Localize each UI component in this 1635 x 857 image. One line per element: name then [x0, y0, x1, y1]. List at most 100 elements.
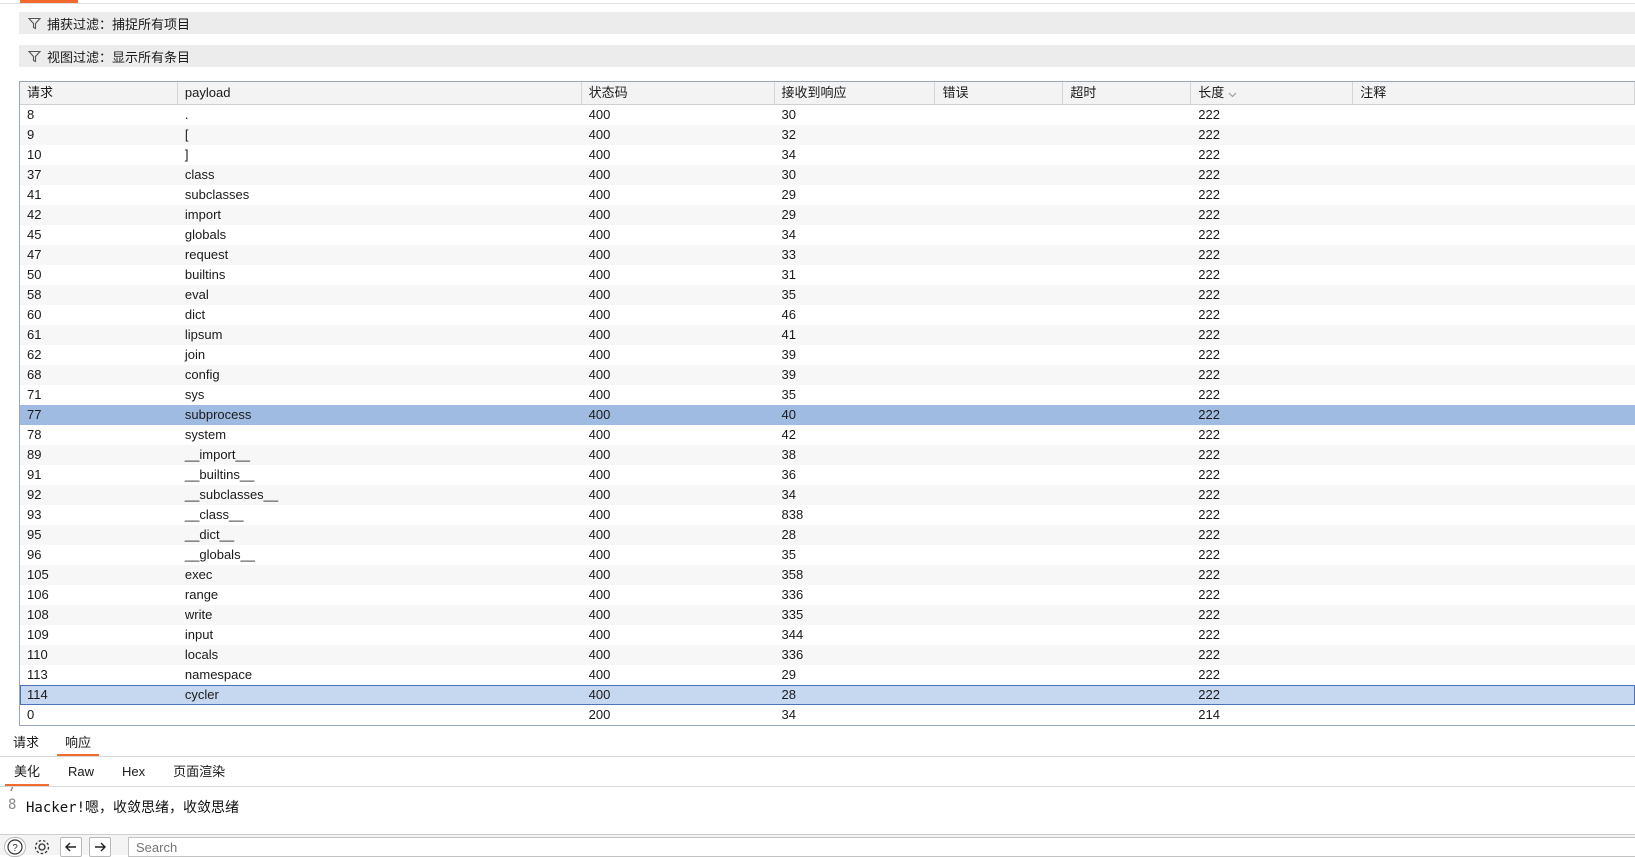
- cell-error: [935, 685, 1063, 705]
- cell-payload: config: [184, 367, 220, 382]
- cell-timeout: [1063, 105, 1191, 125]
- table-row[interactable]: 114 cycler 400 28 222: [20, 685, 1635, 705]
- table-row[interactable]: 108 write 400 335 222: [20, 605, 1635, 625]
- table-row[interactable]: 42 import 400 29 222: [20, 205, 1635, 225]
- cell-request: 47: [27, 247, 42, 262]
- cell-comment: [1353, 585, 1635, 605]
- tab-view-mode-1[interactable]: Raw: [54, 757, 108, 786]
- tab-view-mode-3[interactable]: 页面渲染: [159, 757, 239, 786]
- table-row[interactable]: 109 input 400 344 222: [20, 625, 1635, 645]
- cell-timeout: [1063, 605, 1191, 625]
- table-row[interactable]: 68 config 400 39 222: [20, 365, 1635, 385]
- cell-comment: [1353, 245, 1635, 265]
- tab-view-mode-2[interactable]: Hex: [108, 757, 159, 786]
- header-col-timeout[interactable]: 超时: [1063, 82, 1192, 104]
- cell-error: [935, 305, 1063, 325]
- cell-request: 114: [27, 687, 48, 702]
- cell-timeout: [1063, 325, 1191, 345]
- code-line: Hacker!嗯，收敛思绪，收敛思绪: [26, 800, 240, 816]
- header-col-response-received[interactable]: 接收到响应: [775, 82, 936, 104]
- table-row[interactable]: 78 system 400 42 222: [20, 425, 1635, 445]
- cell-response-received: 34: [781, 227, 796, 242]
- cell-length: 222: [1198, 227, 1220, 242]
- header-col-length[interactable]: 长度: [1191, 82, 1354, 104]
- header-label: 长度: [1198, 85, 1225, 100]
- cell-comment: [1353, 225, 1635, 245]
- header-col-comment[interactable]: 注释: [1353, 82, 1635, 104]
- cell-payload: ]: [184, 147, 189, 162]
- cell-length: 222: [1198, 427, 1220, 442]
- capture-filter-bar[interactable]: 捕获过滤：捕捉所有项目: [19, 12, 1635, 34]
- table-row[interactable]: 61 lipsum 400 41 222: [20, 325, 1635, 345]
- help-icon[interactable]: ?: [4, 837, 26, 857]
- cell-status: 400: [588, 227, 611, 242]
- svg-text:?: ?: [12, 843, 18, 854]
- cell-length: 222: [1198, 147, 1220, 162]
- cell-status: 400: [588, 127, 611, 142]
- table-row[interactable]: 0 200 34 214: [20, 705, 1635, 725]
- table-row[interactable]: 89 __import__ 400 38 222: [20, 445, 1635, 465]
- table-row[interactable]: 8. 400 30 222: [20, 105, 1635, 125]
- table-row[interactable]: 93 __class__ 400 838 222: [20, 505, 1635, 525]
- header-col-status[interactable]: 状态码: [582, 82, 775, 104]
- table-row[interactable]: 105 exec 400 358 222: [20, 565, 1635, 585]
- cell-length: 222: [1198, 187, 1220, 202]
- cell-response-received: 40: [781, 407, 796, 422]
- response-editor[interactable]: 7 8 Hacker!嗯，收敛思绪，收敛思绪: [0, 787, 1635, 823]
- table-row[interactable]: 58 eval 400 35 222: [20, 285, 1635, 305]
- header-col-request[interactable]: 请求: [20, 82, 178, 104]
- cell-comment: [1353, 645, 1635, 665]
- table-row[interactable]: 9 [400 32 222: [20, 125, 1635, 145]
- table-row[interactable]: 37 class 400 30 222: [20, 165, 1635, 185]
- table-row[interactable]: 60 dict 400 46 222: [20, 305, 1635, 325]
- cell-length: 222: [1198, 647, 1220, 662]
- header-label: 错误: [942, 85, 969, 100]
- cell-response-received: 838: [781, 507, 804, 522]
- cell-length: 222: [1198, 267, 1220, 282]
- cell-comment: [1353, 505, 1635, 525]
- tab-message-1[interactable]: 响应: [52, 730, 104, 756]
- table-row[interactable]: 47 request 400 33 222: [20, 245, 1635, 265]
- table-row[interactable]: 106 range 400 336 222: [20, 585, 1635, 605]
- table-row[interactable]: 10] 400 34 222: [20, 145, 1635, 165]
- cell-payload: import: [184, 207, 222, 222]
- cell-response-received: 35: [781, 547, 796, 562]
- search-input[interactable]: [128, 837, 1635, 857]
- table-row[interactable]: 95 __dict__ 400 28 222: [20, 525, 1635, 545]
- table-row[interactable]: 50 builtins 400 31 222: [20, 265, 1635, 285]
- tab-message-0[interactable]: 请求: [0, 730, 52, 756]
- table-row[interactable]: 110 locals 400 336 222: [20, 645, 1635, 665]
- cell-payload: __subclasses__: [184, 487, 279, 502]
- table-row[interactable]: 45 globals 400 34 222: [20, 225, 1635, 245]
- cell-comment: [1353, 325, 1635, 345]
- header-col-error[interactable]: 错误: [935, 82, 1064, 104]
- table-row[interactable]: 96 __globals__ 400 35 222: [20, 545, 1635, 565]
- cell-response-received: 335: [781, 607, 804, 622]
- header-col-payload[interactable]: payload: [178, 82, 582, 104]
- cell-request: 10: [27, 147, 42, 162]
- table-row[interactable]: 62 join 400 39 222: [20, 345, 1635, 365]
- cell-timeout: [1063, 245, 1191, 265]
- cell-error: [935, 705, 1063, 725]
- cell-error: [935, 225, 1063, 245]
- cell-length: 222: [1198, 367, 1220, 382]
- table-row[interactable]: 77 subprocess 400 40 222: [20, 405, 1635, 425]
- cell-error: [935, 505, 1063, 525]
- cell-error: [935, 325, 1063, 345]
- cell-timeout: [1063, 485, 1191, 505]
- table-row[interactable]: 91 __builtins__ 400 36 222: [20, 465, 1635, 485]
- view-filter-bar[interactable]: 视图过滤：显示所有条目: [19, 45, 1635, 67]
- cell-response-received: 29: [781, 187, 796, 202]
- table-row[interactable]: 41 subclasses 400 29 222: [20, 185, 1635, 205]
- tab-view-mode-0[interactable]: 美化: [0, 757, 54, 786]
- arrow-left-icon[interactable]: [60, 837, 82, 857]
- table-row[interactable]: 113 namespace 400 29 222: [20, 665, 1635, 685]
- cell-payload: [: [184, 127, 189, 142]
- gear-icon[interactable]: [31, 837, 53, 857]
- table-row[interactable]: 71 sys 400 35 222: [20, 385, 1635, 405]
- cell-response-received: 336: [781, 587, 804, 602]
- arrow-right-icon[interactable]: [89, 837, 111, 857]
- cell-response-received: 29: [781, 667, 796, 682]
- table-row[interactable]: 92 __subclasses__ 400 34 222: [20, 485, 1635, 505]
- cell-payload: subclasses: [184, 187, 250, 202]
